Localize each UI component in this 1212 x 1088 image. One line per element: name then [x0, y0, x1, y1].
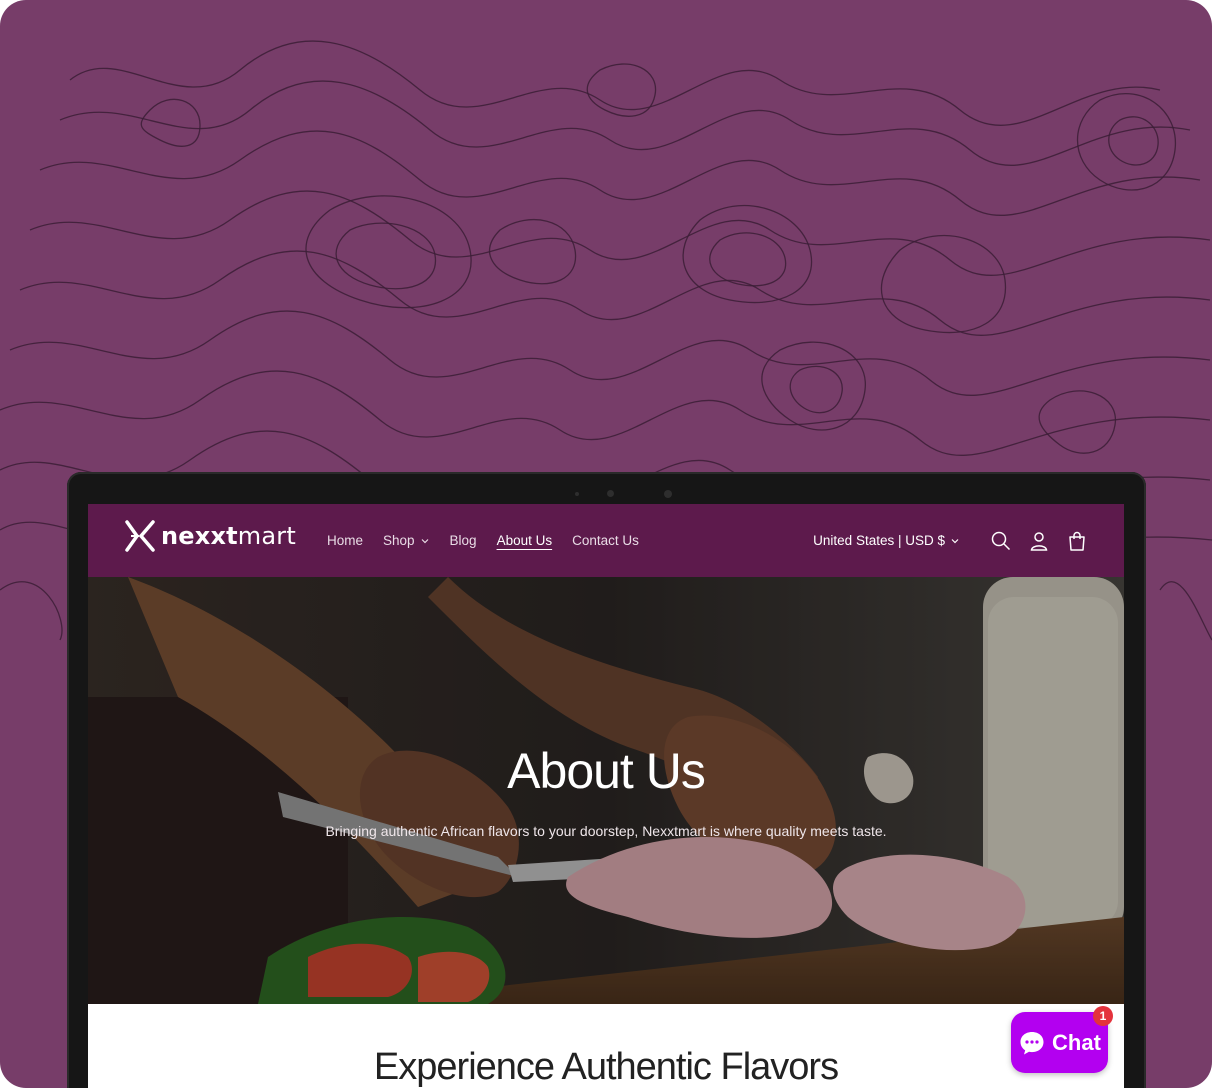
site-logo[interactable]: nexxtmart [123, 518, 296, 554]
chat-notification-badge: 1 [1093, 1006, 1113, 1026]
currency-selector[interactable]: United States | USD $ [813, 533, 960, 548]
camera-lens [607, 490, 614, 497]
hero-banner: About Us Bringing authentic African flav… [88, 577, 1124, 1004]
chat-bubble-icon [1020, 1031, 1044, 1054]
laptop-frame: nexxtmart Home Shop Blog About Us Contac… [67, 472, 1146, 1088]
camera-light [664, 490, 672, 498]
camera-sensor [575, 492, 579, 496]
main-nav: Home Shop Blog About Us Contact Us [327, 504, 659, 577]
hero-title: About Us [507, 743, 706, 799]
hero-subtitle: Bringing authentic African flavors to yo… [325, 823, 887, 839]
nav-home[interactable]: Home [327, 533, 363, 548]
logo-wordmark: nexxtmart [161, 522, 296, 550]
laptop-screen: nexxtmart Home Shop Blog About Us Contac… [88, 504, 1124, 1088]
cart-icon[interactable] [1066, 530, 1088, 552]
site-header: nexxtmart Home Shop Blog About Us Contac… [88, 504, 1124, 577]
background-card: nexxtmart Home Shop Blog About Us Contac… [0, 0, 1212, 1088]
chevron-down-icon [951, 538, 959, 543]
chevron-down-icon [421, 538, 428, 543]
chat-label: Chat [1052, 1029, 1101, 1055]
nav-contact-us[interactable]: Contact Us [572, 533, 639, 548]
nav-shop[interactable]: Shop [383, 533, 430, 548]
nav-blog[interactable]: Blog [450, 533, 477, 548]
section-heading: Experience Authentic Flavors [373, 1046, 839, 1088]
account-icon[interactable] [1028, 530, 1050, 552]
nav-about-us[interactable]: About Us [497, 533, 553, 548]
logo-x-icon [125, 520, 155, 552]
header-actions: United States | USD $ [813, 504, 1088, 577]
search-icon[interactable] [990, 530, 1012, 552]
